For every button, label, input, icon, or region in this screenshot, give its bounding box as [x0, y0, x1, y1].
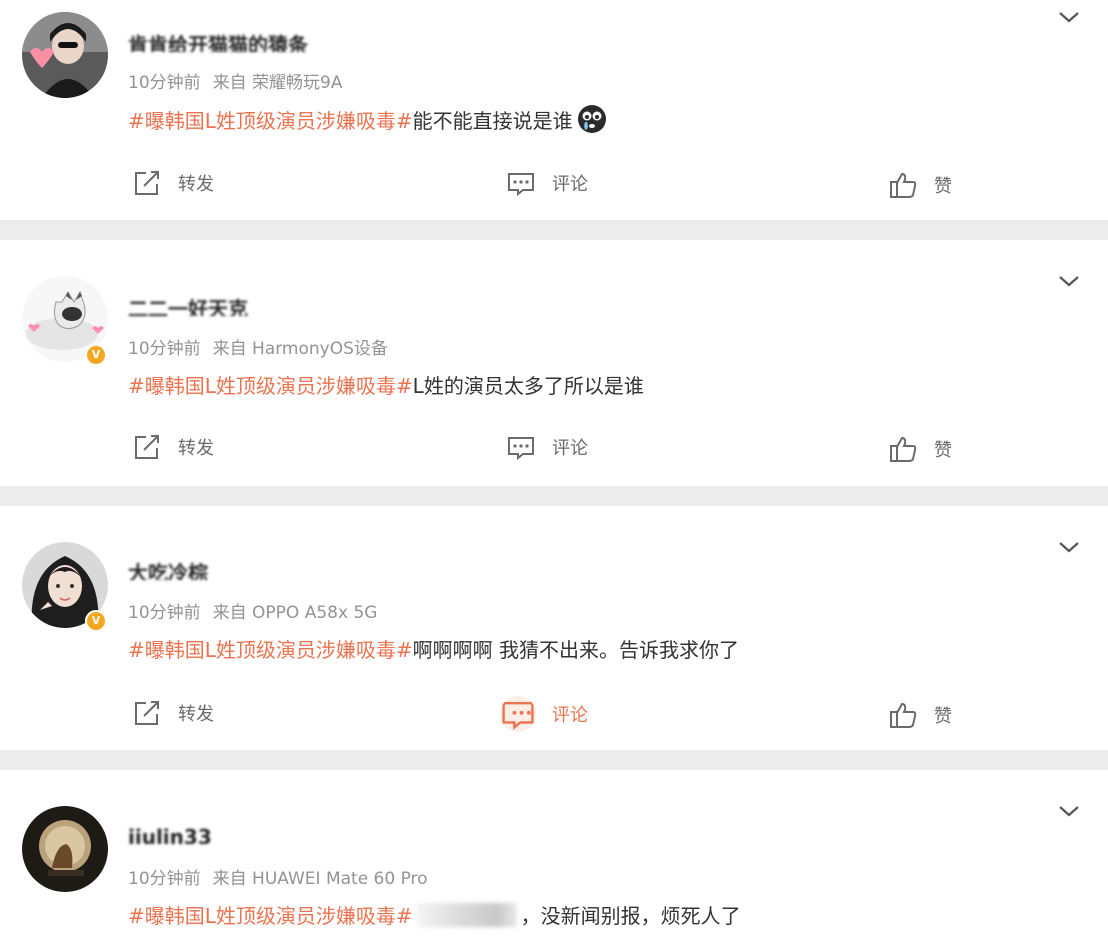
post-meta: 10分钟前 来自 OPPO A58x 5G: [128, 598, 377, 623]
post-meta: 10分钟前 来自 HUAWEI Mate 60 Pro: [128, 864, 428, 889]
post-time[interactable]: 10分钟前: [128, 339, 201, 359]
repost-icon: [135, 701, 159, 725]
chevron-down-icon[interactable]: [1056, 534, 1082, 560]
post-content: #曝韩国L姓顶级演员涉嫌吸毒# ，没新闻别报，烦死人了: [128, 900, 741, 929]
post-meta: 10分钟前 来自 荣耀畅玩9A: [128, 68, 343, 93]
verified-badge: V: [85, 610, 107, 632]
repost-label: 转发: [178, 704, 214, 725]
like-label: 赞: [934, 176, 952, 197]
chevron-down-icon[interactable]: [1056, 798, 1082, 824]
username[interactable]: 肯肯给开猫猫的猿条: [128, 30, 308, 52]
comment-label: 评论: [552, 705, 588, 726]
username[interactable]: 大吃冷棕: [128, 558, 208, 580]
post-source: 来自 荣耀畅玩9A: [212, 73, 343, 93]
chevron-down-icon[interactable]: [1056, 4, 1082, 30]
topic-link[interactable]: #曝韩国L姓顶级演员涉嫌吸毒#: [128, 370, 413, 399]
comment-icon: [500, 696, 536, 732]
like-icon: [890, 172, 917, 198]
post-time[interactable]: 10分钟前: [128, 73, 201, 93]
like-button[interactable]: 赞: [888, 434, 952, 464]
post-card: jiulin33 10分钟前 来自 HUAWEI Mate 60 Pro #曝韩国…: [0, 770, 1108, 940]
repost-button[interactable]: 转发: [132, 432, 214, 462]
chevron-down-icon[interactable]: [1056, 268, 1082, 294]
comment-label: 评论: [552, 174, 588, 195]
post-content: #曝韩国L姓顶级演员涉嫌吸毒# 能不能直接说是谁: [128, 104, 607, 134]
verified-badge: V: [85, 344, 107, 366]
post-meta: 10分钟前 来自 HarmonyOS设备: [128, 334, 388, 359]
post-text: 啊啊啊啊 我猜不出来。告诉我求你了: [412, 638, 740, 662]
repost-label: 转发: [178, 174, 214, 195]
comment-button[interactable]: 评论: [506, 168, 588, 198]
redacted-text: [416, 902, 517, 927]
post-card: V 大吃冷棕 10分钟前 来自 OPPO A58x 5G #曝韩国L姓顶级演员涉嫌…: [0, 506, 1108, 750]
post-source: 来自 HUAWEI Mate 60 Pro: [212, 869, 428, 889]
repost-icon: [135, 435, 159, 459]
repost-label: 转发: [178, 438, 214, 459]
topic-link[interactable]: #曝韩国L姓顶级演员涉嫌吸毒#: [128, 105, 413, 134]
comment-icon: [508, 437, 534, 461]
repost-button[interactable]: 转发: [132, 698, 214, 728]
comment-button[interactable]: 评论: [500, 696, 588, 732]
post-source: 来自 OPPO A58x 5G: [212, 603, 378, 623]
repost-icon: [135, 171, 159, 195]
like-icon: [890, 436, 917, 462]
post-content: #曝韩国L姓顶级演员涉嫌吸毒# 啊啊啊啊 我猜不出来。告诉我求你了: [128, 634, 739, 663]
like-label: 赞: [934, 440, 952, 461]
post-text: 能不能直接说是谁: [412, 108, 573, 133]
like-button[interactable]: 赞: [888, 700, 952, 730]
crying-emoji-icon: [577, 105, 606, 133]
post-source: 来自 HarmonyOS设备: [212, 339, 388, 359]
topic-link[interactable]: #曝韩国L姓顶级演员涉嫌吸毒#: [128, 900, 413, 929]
comment-label: 评论: [552, 438, 588, 459]
post-text: ，没新闻别报，烦死人了: [520, 904, 741, 928]
like-label: 赞: [934, 706, 952, 727]
post-content: #曝韩国L姓顶级演员涉嫌吸毒# L姓的演员太多了所以是谁: [128, 370, 644, 399]
like-icon: [890, 702, 917, 728]
like-button[interactable]: 赞: [888, 170, 952, 200]
username[interactable]: 二二一好天克: [128, 294, 248, 316]
comment-button[interactable]: 评论: [506, 432, 588, 462]
post-time[interactable]: 10分钟前: [128, 869, 201, 889]
post-text: L姓的演员太多了所以是谁: [412, 374, 644, 398]
topic-link[interactable]: #曝韩国L姓顶级演员涉嫌吸毒#: [128, 634, 413, 663]
avatar[interactable]: [22, 806, 108, 892]
post-time[interactable]: 10分钟前: [128, 603, 201, 623]
comment-icon: [508, 173, 534, 197]
repost-button[interactable]: 转发: [132, 168, 214, 198]
avatar[interactable]: [22, 12, 108, 98]
post-card: V 二二一好天克 10分钟前 来自 HarmonyOS设备 #曝韩国L姓顶级演员涉…: [0, 240, 1108, 486]
post-card: 肯肯给开猫猫的猿条 10分钟前 来自 荣耀畅玩9A #曝韩国L姓顶级演员涉嫌吸毒#…: [0, 0, 1108, 220]
username[interactable]: jiulin33: [128, 822, 212, 844]
